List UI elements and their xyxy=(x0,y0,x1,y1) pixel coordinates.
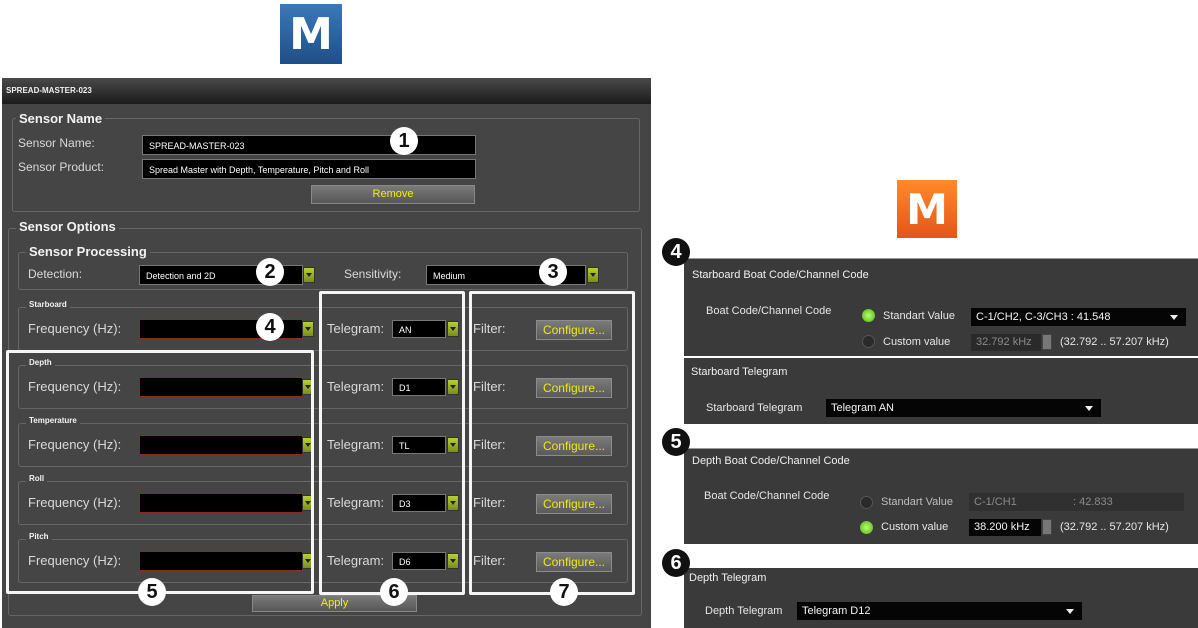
app-logo-orange: M xyxy=(897,180,957,238)
depth-custom-stepper[interactable] xyxy=(1042,519,1052,535)
remove-button[interactable]: Remove xyxy=(311,185,475,204)
sensor-row-title: Starboard xyxy=(26,300,70,309)
starboard-standard-value: C-1/CH2, C-3/CH3 : 41.548 xyxy=(976,311,1111,323)
starboard-telegram-value: Telegram AN xyxy=(831,402,894,414)
depth-standard-label: Standart Value xyxy=(881,496,953,508)
depth-telegram-value: Telegram D12 xyxy=(802,605,871,617)
depth-standard-value-a: C-1/CH1 xyxy=(974,496,1017,508)
callout-badge-1: 1 xyxy=(390,127,418,155)
starboard-telegram-label: Starboard Telegram xyxy=(706,402,803,414)
depth-code-title: Depth Boat Code/Channel Code xyxy=(692,455,850,467)
starboard-custom-radio[interactable] xyxy=(862,335,875,348)
window-title: SPREAD-MASTER-023 xyxy=(6,86,92,95)
detection-dropdown-arrow-icon[interactable] xyxy=(303,267,315,283)
callout-badge-6: 6 xyxy=(380,578,408,606)
callout-badge-4-right: 4 xyxy=(662,238,690,266)
depth-standard-value-b: : 42.833 xyxy=(1073,496,1113,508)
depth-standard-select[interactable]: C-1/CH1 : 42.833 xyxy=(969,493,1184,511)
starboard-telegram-select[interactable]: Telegram AN xyxy=(826,399,1101,417)
starboard-custom-stepper[interactable] xyxy=(1042,334,1052,350)
callout-badge-5-right: 5 xyxy=(662,428,690,456)
app-logo-blue: M xyxy=(280,4,342,64)
starboard-custom-input[interactable]: 32.792 kHz xyxy=(971,334,1041,351)
depth-code-row-label: Boat Code/Channel Code xyxy=(704,490,830,502)
depth-telegram-select[interactable]: Telegram D12 xyxy=(797,602,1082,620)
starboard-code-row-label: Boat Code/Channel Code xyxy=(706,305,832,317)
depth-telegram-label: Depth Telegram xyxy=(705,605,783,617)
starboard-telegram-title: Starboard Telegram xyxy=(691,366,788,378)
divider xyxy=(684,258,1198,259)
telegram-highlight-box xyxy=(319,291,465,595)
depth-custom-label: Custom value xyxy=(881,521,949,533)
callout-badge-4: 4 xyxy=(256,313,284,341)
depth-custom-radio[interactable] xyxy=(860,521,873,534)
depth-custom-range: (32.792 .. 57.207 kHz) xyxy=(1060,521,1169,533)
starboard-standard-select[interactable]: C-1/CH2, C-3/CH3 : 41.548 xyxy=(971,308,1186,326)
sensor-name-input[interactable]: SPREAD-MASTER-023 xyxy=(142,135,476,155)
starboard-custom-label: Custom value xyxy=(883,336,951,348)
callout-badge-3: 3 xyxy=(539,258,567,286)
divider xyxy=(684,448,1198,449)
detection-label: Detection: xyxy=(28,267,83,281)
sensor-name-legend: Sensor Name xyxy=(16,111,106,126)
starboard-custom-range: (32.792 .. 57.207 kHz) xyxy=(1060,336,1169,348)
sensor-options-legend: Sensor Options xyxy=(16,219,119,234)
frequency-label: Frequency (Hz): xyxy=(28,321,122,336)
callout-badge-7: 7 xyxy=(550,578,578,606)
chevron-down-icon xyxy=(1066,609,1074,614)
sensor-processing-legend: Sensor Processing xyxy=(26,244,150,259)
callout-badge-6-right: 6 xyxy=(662,549,690,577)
callout-badge-2: 2 xyxy=(256,258,284,286)
frequency-highlight-box xyxy=(6,350,314,594)
filter-highlight-box xyxy=(469,291,635,595)
frequency-dropdown-arrow-icon[interactable] xyxy=(302,321,314,337)
depth-standard-radio[interactable] xyxy=(860,496,873,509)
sensitivity-label: Sensitivity: xyxy=(344,267,402,281)
depth-custom-input[interactable]: 38.200 kHz xyxy=(969,519,1041,536)
sensor-name-label: Sensor Name: xyxy=(18,136,95,150)
chevron-down-icon xyxy=(1170,315,1178,320)
chevron-down-icon xyxy=(1085,406,1093,411)
starboard-standard-label: Standart Value xyxy=(883,310,955,322)
depth-telegram-title: Depth Telegram xyxy=(689,572,767,584)
sensitivity-dropdown-arrow-icon[interactable] xyxy=(587,267,599,283)
callout-badge-5: 5 xyxy=(138,578,166,606)
sensor-product-label: Sensor Product: xyxy=(18,160,105,174)
starboard-standard-radio[interactable] xyxy=(862,309,875,322)
sensor-product-field: Spread Master with Depth, Temperature, P… xyxy=(142,159,476,179)
starboard-code-title: Starboard Boat Code/Channel Code xyxy=(692,269,869,281)
window-titlebar: SPREAD-MASTER-023 xyxy=(2,78,651,104)
